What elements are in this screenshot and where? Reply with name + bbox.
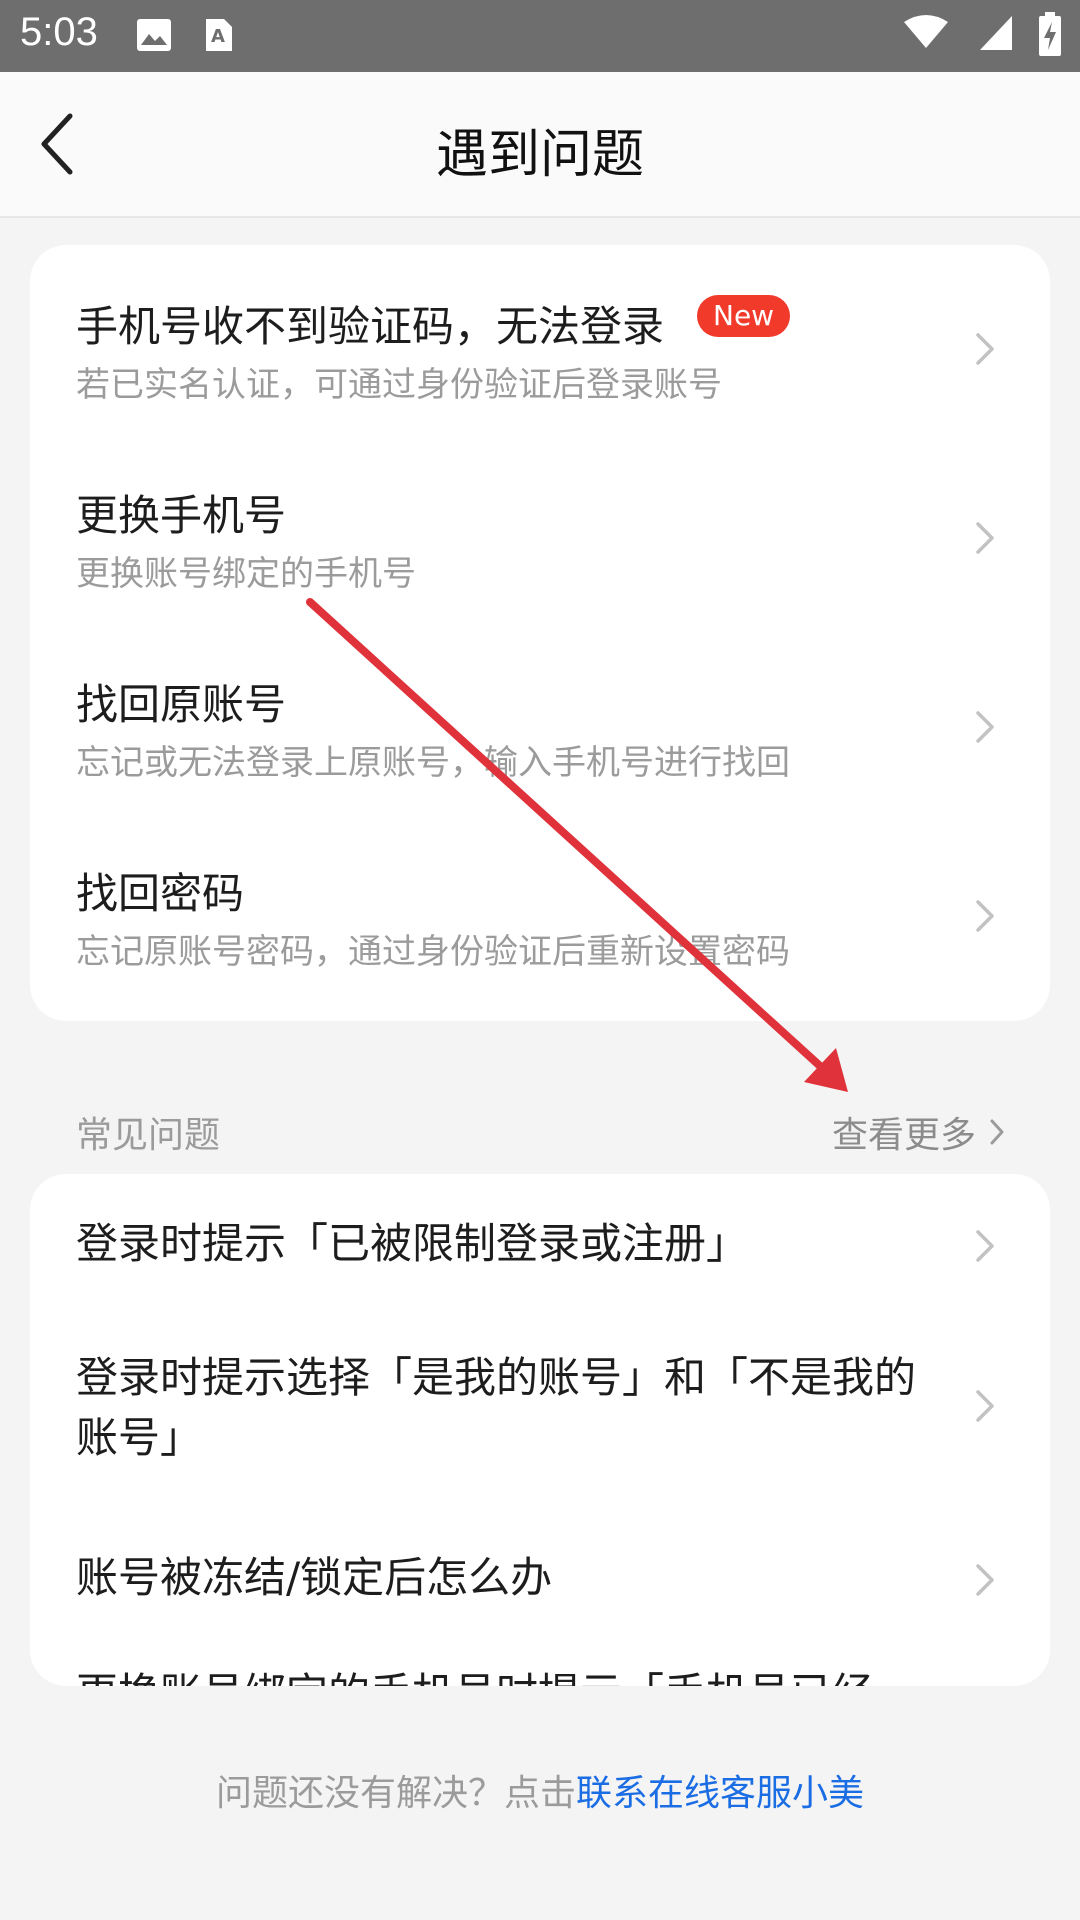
footer-help: 问题还没有解决？点击联系在线客服小美 (0, 1764, 1080, 1816)
faq-item[interactable]: 更换账号绑定的手机号时提示「手机号已经 (30, 1644, 1050, 1686)
option-subtitle: 更换账号绑定的手机号 (76, 554, 416, 594)
help-options-card: 手机号收不到验证码，无法登录 New 若已实名认证，可通过身份验证后登录账号 更… (30, 245, 1050, 1021)
cell-signal-icon (980, 16, 1012, 50)
faq-item-text: 更换账号绑定的手机号时提示「手机号已经 (76, 1664, 936, 1686)
status-time: 5:03 (20, 10, 98, 54)
page-title: 遇到问题 (435, 125, 644, 185)
option-change-phone[interactable]: 更换手机号 更换账号绑定的手机号 (30, 434, 1050, 623)
wifi-icon (904, 15, 948, 48)
faq-item[interactable]: 登录时提示「已被限制登录或注册」 (30, 1174, 1050, 1314)
faq-item-text: 账号被冻结/锁定后怎么办 (76, 1553, 553, 1602)
chevron-right-icon (976, 522, 994, 554)
option-subtitle: 忘记或无法登录上原账号，输入手机号进行找回 (76, 743, 790, 783)
option-subtitle: 若已实名认证，可通过身份验证后登录账号 (76, 365, 722, 405)
chevron-right-icon (976, 333, 994, 365)
faq-item-text: 登录时提示「已被限制登录或注册」 (76, 1219, 749, 1268)
faq-item[interactable]: 登录时提示选择「是我的账号」和「不是我的账号」 (30, 1314, 1050, 1514)
view-more-link[interactable]: 查看更多 (832, 1106, 1006, 1158)
option-title: 找回密码 (76, 869, 245, 918)
option-recover-password[interactable]: 找回密码 忘记原账号密码，通过身份验证后重新设置密码 (30, 812, 1050, 1001)
chevron-right-icon (976, 1564, 994, 1596)
option-title: 手机号收不到验证码，无法登录 (76, 302, 665, 351)
font-notification-icon: A (206, 19, 232, 51)
chevron-right-icon (976, 711, 994, 743)
chevron-right-icon (990, 1119, 1004, 1145)
view-more-label: 查看更多 (831, 1115, 976, 1156)
status-bar: 5:03 A (0, 0, 1080, 72)
chevron-right-icon (976, 1230, 994, 1262)
app-header: 遇到问题 (0, 72, 1080, 218)
option-title: 更换手机号 (76, 491, 287, 540)
image-notification-icon (137, 19, 171, 51)
battery-charging-icon (1039, 12, 1061, 56)
option-title: 找回原账号 (76, 680, 287, 729)
faq-card: 登录时提示「已被限制登录或注册」 登录时提示选择「是我的账号」和「不是我的账号」… (30, 1174, 1050, 1686)
new-badge: New (697, 295, 791, 337)
faq-item[interactable]: 账号被冻结/锁定后怎么办 (30, 1514, 1050, 1644)
faq-item-text: 登录时提示选择「是我的账号」和「不是我的账号」 (76, 1353, 917, 1462)
option-subtitle: 忘记原账号密码，通过身份验证后重新设置密码 (76, 932, 790, 972)
chevron-right-icon (976, 1390, 994, 1422)
footer-prefix: 问题还没有解决？点击 (215, 1773, 576, 1814)
faq-section-label: 常见问题 (76, 1115, 221, 1156)
option-recover-account[interactable]: 找回原账号 忘记或无法登录上原账号，输入手机号进行找回 (30, 623, 1050, 812)
svg-text:A: A (211, 26, 225, 47)
option-sms-not-received[interactable]: 手机号收不到验证码，无法登录 New 若已实名认证，可通过身份验证后登录账号 (30, 245, 1050, 434)
chevron-right-icon (976, 900, 994, 932)
contact-support-link[interactable]: 联系在线客服小美 (576, 1773, 864, 1814)
